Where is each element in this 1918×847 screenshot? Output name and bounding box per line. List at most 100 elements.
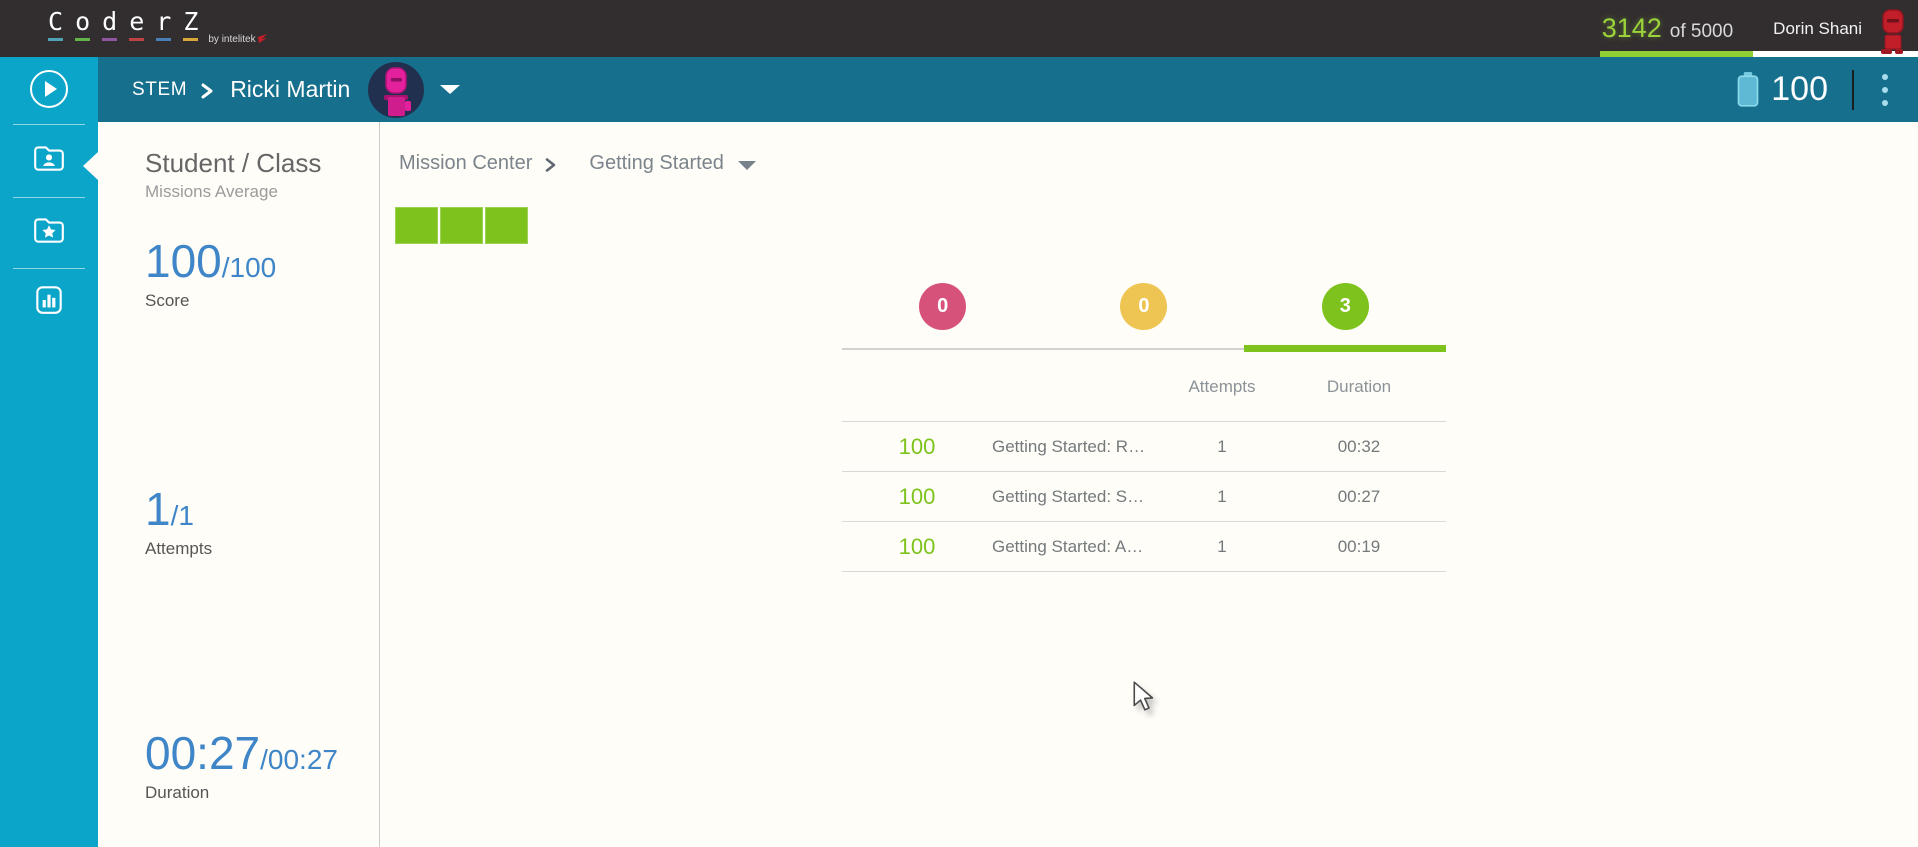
- row-mission-name: Getting Started: S…: [992, 486, 1145, 506]
- quota-progress-fill: [1600, 51, 1753, 57]
- red-robot-avatar-icon: [1881, 9, 1904, 54]
- table-row[interactable]: 100 Getting Started: S… 1 00:27: [842, 472, 1446, 522]
- failed-count-badge: 0: [919, 283, 967, 330]
- status-tabs: 0 0 3: [842, 283, 1446, 330]
- duration-value-line: 00:27/00:27: [145, 730, 338, 776]
- folder-star-icon: [34, 218, 64, 243]
- attempts-value-line: 1/1: [145, 486, 212, 532]
- logo-letter: d: [102, 9, 117, 41]
- row-score: 100: [898, 483, 936, 509]
- topbar-user-name[interactable]: Dorin Shani: [1773, 19, 1862, 39]
- logo-letter: C: [48, 9, 63, 41]
- logo-letter: r: [156, 9, 171, 41]
- column-header-attempts: Attempts: [1188, 376, 1256, 396]
- attempts-label: Attempts: [145, 539, 213, 558]
- main-column: STEM Ricki Martin 100 Student / Class Mi…: [98, 57, 1918, 847]
- chevron-right-icon: [201, 83, 213, 98]
- sidebar-divider: [13, 268, 85, 269]
- bar-chart-icon: [36, 286, 62, 314]
- duration-total: /00:27: [260, 744, 338, 775]
- header: STEM Ricki Martin 100: [98, 57, 1918, 122]
- logo-letters: CoderZ: [48, 9, 198, 41]
- logo-letter: o: [75, 9, 90, 41]
- mission-dropdown-caret-icon[interactable]: [737, 160, 756, 170]
- row-duration: 00:27: [1337, 486, 1381, 506]
- quota-of-label: of 5000: [1669, 21, 1734, 42]
- topbar-right: 3142 of 5000 Dorin Shani: [1602, 13, 1862, 44]
- tab-completed[interactable]: 3: [1245, 283, 1446, 330]
- table-header-row: Attempts Duration: [842, 352, 1446, 422]
- completed-count-badge: 3: [1321, 283, 1369, 330]
- breadcrumb-getting-started[interactable]: Getting Started: [589, 152, 724, 175]
- progress-block: [440, 207, 483, 244]
- user-avatar[interactable]: [1874, 7, 1912, 60]
- play-icon: [30, 70, 68, 108]
- row-duration: 00:19: [1337, 536, 1381, 556]
- row-score: 100: [898, 533, 936, 559]
- tab-active-underline: [1244, 345, 1446, 352]
- header-right: 100: [1735, 69, 1892, 110]
- quota-progress-bar: [1600, 51, 1918, 57]
- row-attempts: 1: [1217, 486, 1227, 506]
- row-attempts: 1: [1217, 436, 1227, 456]
- screen: CoderZ by intelitek 3142 of 5000 Dorin S…: [0, 0, 1918, 847]
- stats-title: Student / Class: [145, 148, 322, 178]
- battery-icon: [1737, 71, 1759, 107]
- stats-subtitle: Missions Average: [145, 182, 278, 201]
- mouse-cursor: [1133, 681, 1154, 711]
- sidebar-selected-notch: [83, 152, 98, 180]
- sidebar-divider: [13, 124, 85, 125]
- tab-in-progress[interactable]: 0: [1043, 283, 1244, 330]
- chevron-right-icon: [546, 157, 556, 172]
- quota-counter: 3142 of 5000: [1602, 13, 1733, 44]
- logo-byline-wrap: by intelitek: [208, 31, 267, 49]
- in-progress-count-badge: 0: [1120, 283, 1168, 330]
- column-header-duration: Duration: [1326, 376, 1392, 396]
- kebab-menu-icon[interactable]: [1878, 70, 1892, 110]
- attempts-value: 1: [145, 483, 171, 535]
- breadcrumb-mission-center[interactable]: Mission Center: [399, 152, 532, 175]
- stats-panel: Student / Class Missions Average 100/100…: [98, 122, 379, 847]
- quota-value: 3142: [1601, 13, 1662, 43]
- logo-byline: by intelitek: [208, 34, 256, 45]
- stats-head: Student / Class Missions Average: [145, 148, 321, 202]
- logo-letter: Z: [183, 9, 198, 41]
- tab-failed[interactable]: 0: [842, 283, 1043, 330]
- table-row[interactable]: 100 Getting Started: A… 1 00:19: [842, 522, 1446, 572]
- metric-attempts: 1/1 Attempts: [145, 486, 212, 559]
- sidebar-divider: [13, 197, 85, 198]
- breadcrumb-student[interactable]: Ricki Martin: [230, 76, 350, 103]
- header-divider: [1852, 69, 1854, 110]
- score-label: Score: [145, 291, 190, 310]
- metric-duration: 00:27/00:27 Duration: [145, 730, 338, 803]
- row-score: 100: [898, 433, 936, 459]
- sidebar-item-student-class[interactable]: [32, 143, 66, 178]
- score-value-line: 100/100: [145, 238, 276, 284]
- metric-score: 100/100 Score: [145, 238, 276, 311]
- progress-block: [485, 207, 528, 244]
- breadcrumb-class[interactable]: STEM: [132, 79, 187, 101]
- sidebar: [0, 57, 98, 847]
- student-avatar[interactable]: [368, 61, 425, 118]
- row-attempts: 1: [1217, 536, 1227, 556]
- battery-value: 100: [1771, 70, 1828, 108]
- row-mission-name: Getting Started: R…: [992, 436, 1146, 456]
- app-row: STEM Ricki Martin 100 Student / Class Mi…: [0, 57, 1918, 847]
- play-button[interactable]: [28, 68, 70, 115]
- topbar: CoderZ by intelitek 3142 of 5000 Dorin S…: [0, 0, 1918, 57]
- table-row[interactable]: 100 Getting Started: R… 1 00:32: [842, 422, 1446, 472]
- sidebar-item-reports[interactable]: [32, 284, 66, 321]
- row-mission-name: Getting Started: A…: [992, 536, 1144, 556]
- tab-underline-track: [842, 345, 1446, 352]
- coderz-logo[interactable]: CoderZ by intelitek: [48, 9, 268, 49]
- mission-breadcrumb: Mission Center Getting Started: [399, 152, 756, 175]
- duration-value: 00:27: [145, 727, 261, 779]
- intelitek-logo-mark: [257, 31, 268, 49]
- folder-user-icon: [34, 146, 64, 171]
- mission-progress-blocks: [395, 207, 528, 244]
- table-rows: 100 Getting Started: R… 1 00:32 100 Gett…: [842, 422, 1446, 572]
- main-area: Mission Center Getting Started 0 0 3 Att…: [380, 122, 1918, 847]
- sidebar-item-missions[interactable]: [32, 215, 66, 250]
- progress-block: [395, 207, 438, 244]
- student-dropdown-caret-icon[interactable]: [440, 85, 461, 94]
